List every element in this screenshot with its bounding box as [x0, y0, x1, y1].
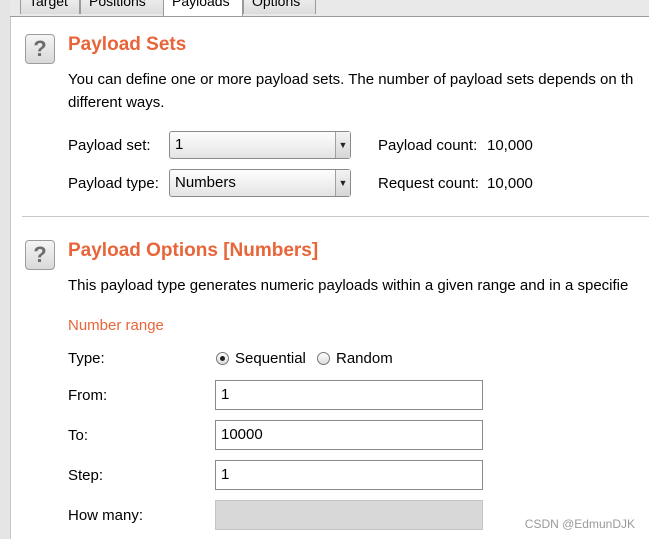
radio-random-label[interactable]: Random: [336, 350, 393, 367]
from-input[interactable]: 1: [215, 380, 483, 410]
tab-bar: Target Positions Payloads Options: [10, 0, 649, 17]
help-icon[interactable]: ?: [25, 34, 55, 64]
payload-count-value: 10,000: [487, 137, 533, 154]
left-border: [0, 0, 11, 539]
payload-type-dropdown[interactable]: Numbers ▼: [169, 169, 351, 197]
payload-set-value: 1: [175, 136, 184, 153]
section-divider: [22, 216, 649, 217]
payload-sets-description-line2: different ways.: [68, 94, 165, 111]
payload-count-label: Payload count:: [378, 137, 478, 154]
type-label: Type:: [68, 350, 105, 367]
how-many-input: [215, 500, 483, 530]
payload-type-value: Numbers: [175, 174, 236, 191]
tab-options[interactable]: Options: [243, 0, 316, 14]
help-icon[interactable]: ?: [25, 240, 55, 270]
chevron-down-icon: ▼: [335, 132, 350, 158]
payload-options-description: This payload type generates numeric payl…: [68, 277, 629, 294]
payload-type-label: Payload type:: [68, 175, 159, 192]
payload-set-label: Payload set:: [68, 137, 151, 154]
step-input[interactable]: 1: [215, 460, 483, 490]
radio-sequential[interactable]: [216, 352, 229, 365]
radio-selected-dot: [220, 356, 225, 361]
from-label: From:: [68, 387, 108, 404]
how-many-label: How many:: [68, 507, 144, 524]
request-count-value: 10,000: [487, 175, 533, 192]
watermark: CSDN @EdmunDJK: [524, 517, 635, 531]
payload-sets-description-line1: You can define one or more payload sets.…: [68, 71, 634, 88]
to-input[interactable]: 10000: [215, 420, 483, 450]
radio-random[interactable]: [317, 352, 330, 365]
radio-sequential-label[interactable]: Sequential: [235, 350, 306, 367]
step-label: Step:: [68, 467, 104, 484]
tab-payloads[interactable]: Payloads: [163, 0, 243, 16]
tab-target[interactable]: Target: [20, 0, 80, 14]
chevron-down-icon: ▼: [335, 170, 350, 196]
tab-positions[interactable]: Positions: [80, 0, 164, 14]
payload-set-dropdown[interactable]: 1 ▼: [169, 131, 351, 159]
request-count-label: Request count:: [378, 175, 479, 192]
number-range-heading: Number range: [68, 317, 164, 334]
payload-options-title: Payload Options [Numbers]: [68, 240, 319, 261]
payload-sets-title: Payload Sets: [68, 34, 187, 55]
to-label: To:: [68, 427, 89, 444]
